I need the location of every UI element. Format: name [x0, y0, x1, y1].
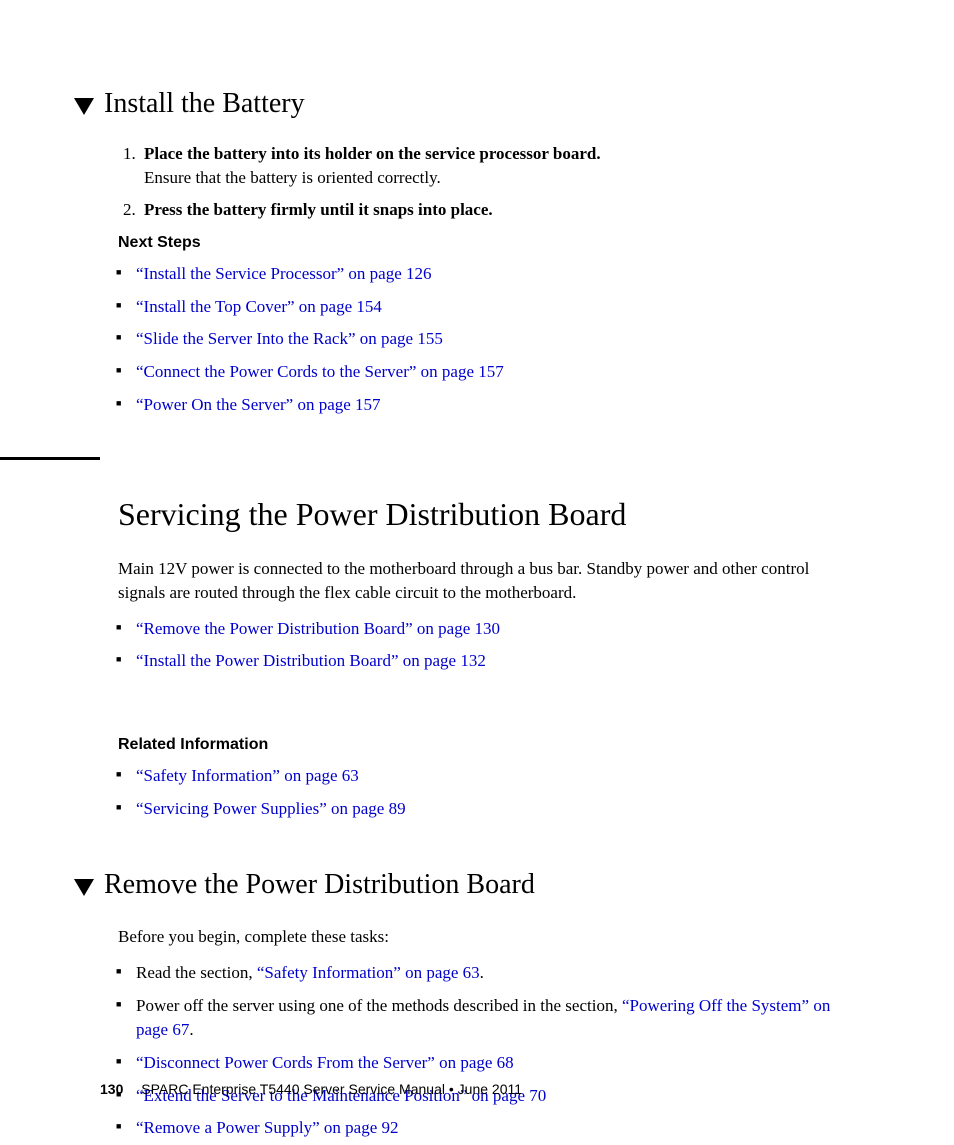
- xref-link[interactable]: “Safety Information” on page 63: [136, 766, 359, 785]
- triangle-down-icon: [74, 879, 94, 896]
- section-intro: Main 12V power is connected to the mothe…: [118, 557, 854, 605]
- section-heading-power-dist: Servicing the Power Distribution Board: [118, 496, 854, 533]
- list-item: “Install the Top Cover” on page 154: [136, 295, 854, 320]
- list-item: Power off the server using one of the me…: [136, 994, 854, 1043]
- xref-link[interactable]: “Safety Information” on page 63: [257, 963, 480, 982]
- xref-link[interactable]: “Remove the Power Distribution Board” on…: [136, 619, 500, 638]
- xref-link[interactable]: “Disconnect Power Cords From the Server”…: [136, 1053, 514, 1072]
- text: Read the section,: [136, 963, 257, 982]
- step-item: Place the battery into its holder on the…: [140, 144, 854, 188]
- related-info-list: “Safety Information” on page 63 “Servici…: [100, 764, 854, 821]
- task-heading-install-battery: Install the Battery: [100, 88, 854, 120]
- step-sub: Ensure that the battery is oriented corr…: [144, 168, 854, 188]
- triangle-down-icon: [74, 98, 94, 115]
- list-item: “Install the Power Distribution Board” o…: [136, 649, 854, 674]
- section3-items: Read the section, “Safety Information” o…: [100, 961, 854, 1141]
- page-number: 130: [100, 1081, 123, 1097]
- text: .: [480, 963, 484, 982]
- xref-link[interactable]: “Connect the Power Cords to the Server” …: [136, 362, 504, 381]
- list-item: “Power On the Server” on page 157: [136, 393, 854, 418]
- text: Power off the server using one of the me…: [136, 996, 622, 1015]
- list-item: “Remove a Power Supply” on page 92: [136, 1116, 854, 1141]
- list-item: “Connect the Power Cords to the Server” …: [136, 360, 854, 385]
- section2-links: “Remove the Power Distribution Board” on…: [100, 617, 854, 674]
- related-info-label: Related Information: [118, 736, 854, 754]
- page-footer: 130 SPARC Enterprise T5440 Server Servic…: [100, 1081, 522, 1097]
- next-steps-list: “Install the Service Processor” on page …: [100, 262, 854, 417]
- xref-link[interactable]: “Install the Top Cover” on page 154: [136, 297, 382, 316]
- next-steps-label: Next Steps: [118, 234, 854, 252]
- list-item: Read the section, “Safety Information” o…: [136, 961, 854, 986]
- footer-text: SPARC Enterprise T5440 Server Service Ma…: [141, 1081, 522, 1097]
- list-item: “Disconnect Power Cords From the Server”…: [136, 1051, 854, 1076]
- section3-intro: Before you begin, complete these tasks:: [118, 925, 854, 949]
- task-title: Install the Battery: [104, 88, 305, 120]
- step-item: Press the battery firmly until it snaps …: [140, 200, 854, 220]
- xref-link[interactable]: “Install the Power Distribution Board” o…: [136, 651, 486, 670]
- xref-link[interactable]: “Install the Service Processor” on page …: [136, 264, 432, 283]
- list-item: “Remove the Power Distribution Board” on…: [136, 617, 854, 642]
- list-item: “Servicing Power Supplies” on page 89: [136, 797, 854, 822]
- list-item: “Safety Information” on page 63: [136, 764, 854, 789]
- task-title: Remove the Power Distribution Board: [104, 869, 535, 901]
- xref-link[interactable]: “Slide the Server Into the Rack” on page…: [136, 329, 443, 348]
- xref-link[interactable]: “Servicing Power Supplies” on page 89: [136, 799, 406, 818]
- list-item: “Slide the Server Into the Rack” on page…: [136, 327, 854, 352]
- step-head: Place the battery into its holder on the…: [144, 144, 854, 164]
- list-item: “Install the Service Processor” on page …: [136, 262, 854, 287]
- install-battery-steps: Place the battery into its holder on the…: [100, 144, 854, 220]
- text: .: [189, 1020, 193, 1039]
- section-rule: [0, 457, 100, 460]
- step-head: Press the battery firmly until it snaps …: [144, 200, 854, 220]
- xref-link[interactable]: “Remove a Power Supply” on page 92: [136, 1118, 399, 1137]
- xref-link[interactable]: “Power On the Server” on page 157: [136, 395, 381, 414]
- task-heading-remove-pdb: Remove the Power Distribution Board: [100, 869, 854, 901]
